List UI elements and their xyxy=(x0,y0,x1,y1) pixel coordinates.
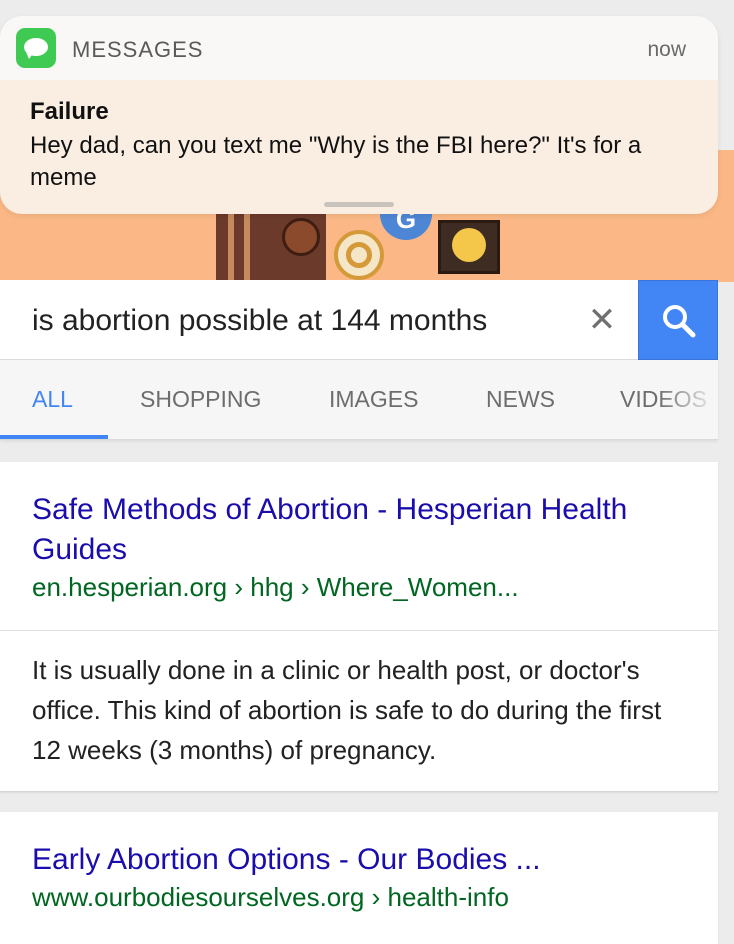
card-divider xyxy=(0,630,718,631)
result-header: Early Abortion Options - Our Bodies ... … xyxy=(0,812,718,913)
result-header: Safe Methods of Abortion - Hesperian Hea… xyxy=(0,462,718,603)
tab-shopping[interactable]: SHOPPING xyxy=(140,386,261,413)
tab-news[interactable]: NEWS xyxy=(486,386,555,413)
notification-grabber-handle[interactable] xyxy=(324,202,394,207)
search-icon xyxy=(663,305,696,338)
notification-header: MESSAGES now xyxy=(0,16,718,80)
tab-all[interactable]: ALL xyxy=(32,386,73,413)
search-input[interactable] xyxy=(32,302,572,340)
notification-sender: Failure xyxy=(30,98,109,125)
result-title-link[interactable]: Safe Methods of Abortion - Hesperian Hea… xyxy=(32,490,686,570)
speech-bubble-tail xyxy=(26,52,34,59)
result-url[interactable]: en.hesperian.org › hhg › Where_Women... xyxy=(32,572,686,603)
doodle-picture-figure xyxy=(452,228,486,262)
result-snippet: It is usually done in a clinic or health… xyxy=(32,655,662,765)
notification-body: Failure Hey dad, can you text me "Why is… xyxy=(0,80,718,214)
notification-message: Hey dad, can you text me "Why is the FBI… xyxy=(30,132,642,191)
search-bar: ✕ xyxy=(0,280,718,360)
messages-app-icon xyxy=(16,28,56,68)
result-title-link[interactable]: Early Abortion Options - Our Bodies ... xyxy=(32,840,686,880)
close-icon[interactable]: ✕ xyxy=(582,300,622,340)
search-button[interactable] xyxy=(638,280,718,360)
doodle-stripe xyxy=(244,214,250,282)
tab-images[interactable]: IMAGES xyxy=(329,386,418,413)
search-result-card: Safe Methods of Abortion - Hesperian Hea… xyxy=(0,462,718,792)
active-tab-indicator xyxy=(0,435,108,439)
message-notification[interactable]: MESSAGES now Failure Hey dad, can you te… xyxy=(0,16,718,214)
doodle-figure-head xyxy=(282,218,320,256)
notification-time: now xyxy=(647,38,686,61)
doodle-letter-o-inner xyxy=(346,242,372,268)
search-tabs: ALL SHOPPING IMAGES NEWS VIDEOS xyxy=(0,360,718,440)
tabs-fade-overlay xyxy=(658,360,718,439)
notification-app-name: MESSAGES xyxy=(72,37,204,62)
result-url[interactable]: www.ourbodiesourselves.org › health-info xyxy=(32,882,686,913)
search-result-card: Early Abortion Options - Our Bodies ... … xyxy=(0,812,718,944)
doodle-stripe xyxy=(228,214,234,282)
